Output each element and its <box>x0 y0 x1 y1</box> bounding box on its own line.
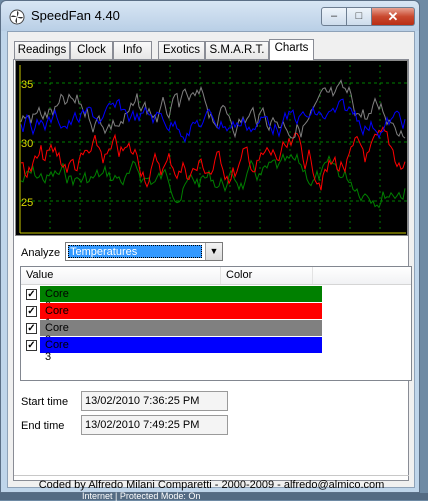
end-time-field[interactable]: 13/02/2010 7:49:25 PM <box>81 415 228 435</box>
title-bar[interactable]: SpeedFan 4.40 – □ ✕ <box>1 1 419 31</box>
start-time-label: Start time <box>21 396 69 408</box>
column-header-value[interactable]: Value <box>21 267 221 284</box>
list-item-label: Core 3 <box>45 339 69 363</box>
checkbox-core-1[interactable]: ✓ <box>26 306 37 317</box>
minimize-button[interactable]: – <box>321 7 347 26</box>
temperature-chart: 35 30 25 <box>15 60 408 236</box>
tab-charts[interactable]: Charts <box>269 39 314 60</box>
analyze-label: Analyze <box>21 247 61 259</box>
chevron-down-icon[interactable]: ▼ <box>205 243 222 260</box>
list-header: Value Color <box>21 267 411 285</box>
start-time-field[interactable]: 13/02/2010 7:36:25 PM <box>81 391 228 411</box>
checkbox-core-3[interactable]: ✓ <box>26 340 37 351</box>
tab-readings[interactable]: Readings <box>14 41 70 59</box>
client-area: Readings Clock Info Exotics S.M.A.R.T. C… <box>7 31 415 491</box>
checkbox-core-2[interactable]: ✓ <box>26 323 37 334</box>
color-swatch <box>40 337 322 353</box>
close-button[interactable]: ✕ <box>372 7 415 26</box>
analyze-selected-value: Temperatures <box>68 245 202 258</box>
y-tick-label-30: 30 <box>21 138 33 150</box>
color-swatch <box>40 303 322 319</box>
tab-smart[interactable]: S.M.A.R.T. <box>205 41 269 59</box>
sensor-list[interactable]: Value Color ✓ Core 0 ✓ Core 1 ✓ Core 2 ✓ <box>20 266 412 381</box>
end-time-label: End time <box>21 420 65 432</box>
window-title: SpeedFan 4.40 <box>31 8 120 23</box>
credits-footer: Coded by Alfredo Milani Comparetti - 200… <box>14 475 409 494</box>
background-taskbar-strip <box>0 493 428 500</box>
tab-clock[interactable]: Clock <box>70 41 113 59</box>
y-tick-label-25: 25 <box>21 197 33 209</box>
column-header-color[interactable]: Color <box>221 267 313 284</box>
chart-plot: 35 30 25 <box>16 61 407 235</box>
color-swatch <box>40 320 322 336</box>
checkbox-core-0[interactable]: ✓ <box>26 289 37 300</box>
tab-info[interactable]: Info <box>113 41 152 59</box>
maximize-button[interactable]: □ <box>347 7 372 26</box>
speedfan-window: SpeedFan 4.40 – □ ✕ Readings Clock Info … <box>0 0 420 493</box>
color-swatch <box>40 286 322 302</box>
analyze-select[interactable]: Temperatures ▼ <box>65 242 223 261</box>
tab-exotics[interactable]: Exotics <box>158 41 205 59</box>
y-tick-label-35: 35 <box>21 79 33 91</box>
fan-icon <box>9 9 25 25</box>
